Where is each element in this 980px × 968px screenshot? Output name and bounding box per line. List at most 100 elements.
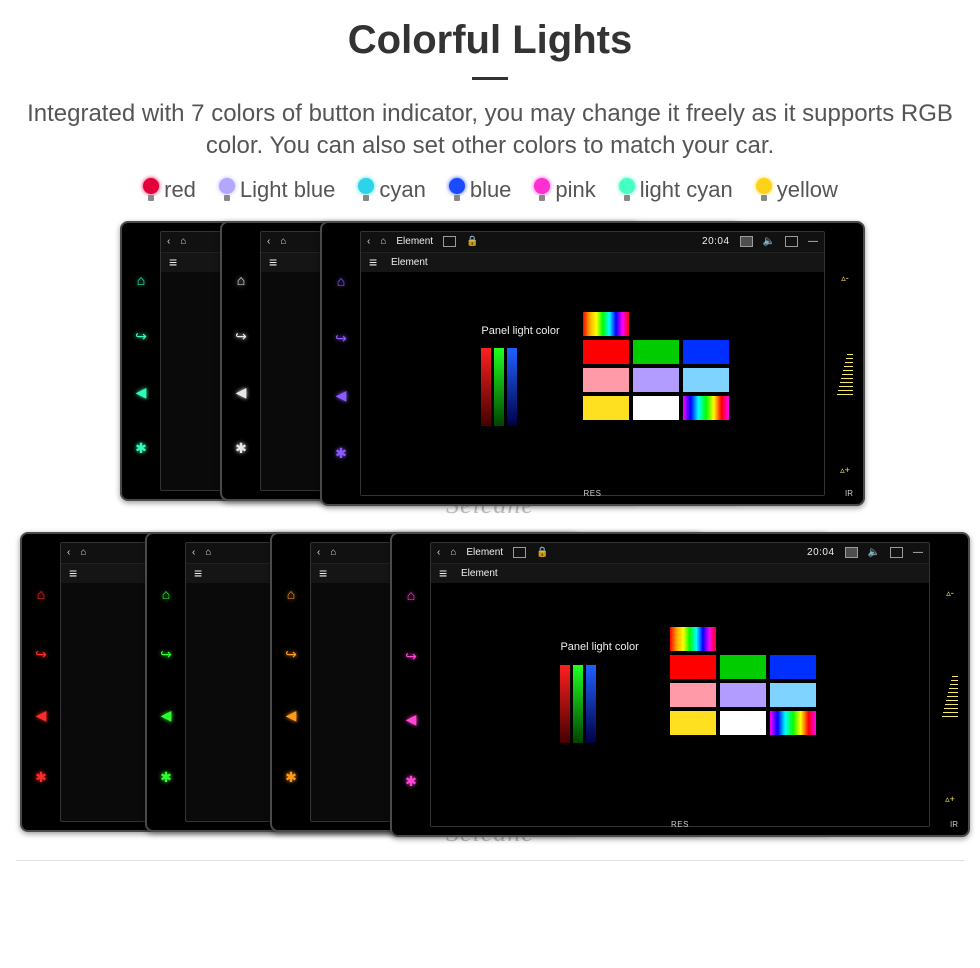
side-button-icon[interactable]: ✱ <box>405 773 417 790</box>
vol-down-label[interactable]: ▵- <box>946 588 954 599</box>
status-icon[interactable] <box>740 236 753 247</box>
color-swatch[interactable] <box>770 683 816 707</box>
color-swatch[interactable] <box>720 655 766 679</box>
home-icon[interactable]: ⌂ <box>80 547 86 558</box>
volume-ticks <box>942 676 958 717</box>
side-button-icon[interactable]: ↪ <box>160 646 172 663</box>
color-swatch[interactable] <box>683 340 729 364</box>
side-button-icon[interactable]: ✱ <box>235 440 247 457</box>
side-button-icon[interactable]: ⌂ <box>287 586 295 602</box>
swatch-hue[interactable] <box>683 396 729 420</box>
legend-item: pink <box>533 177 595 203</box>
color-swatch[interactable] <box>670 683 716 707</box>
side-button-icon[interactable]: ↪ <box>335 330 347 347</box>
swatch-rainbow[interactable] <box>583 312 629 336</box>
menu-icon[interactable] <box>319 565 331 581</box>
color-swatch[interactable] <box>720 683 766 707</box>
legend-label: Light blue <box>240 177 335 203</box>
legend-item: Light blue <box>218 177 335 203</box>
side-button-icon[interactable]: ⌂ <box>407 587 415 603</box>
device-screen[interactable]: ‹⌂Element🔒20:04🔈—ElementPanel light colo… <box>360 231 825 496</box>
device-screen[interactable]: ‹⌂Element🔒20:04🔈—ElementPanel light colo… <box>430 542 930 827</box>
menu-icon[interactable] <box>439 565 451 581</box>
side-button-icon[interactable]: ⌂ <box>337 273 345 289</box>
minimize-icon[interactable]: — <box>913 547 923 558</box>
menu-icon[interactable] <box>369 254 381 270</box>
panel-body: Panel light color <box>361 272 824 495</box>
side-button-icon[interactable]: ◀ <box>36 707 47 724</box>
legend-label: cyan <box>379 177 425 203</box>
bulb-icon <box>218 178 236 202</box>
vol-down-label[interactable]: ▵- <box>841 273 849 284</box>
color-swatch[interactable] <box>683 368 729 392</box>
swatch-rainbow[interactable] <box>670 627 716 651</box>
menu-icon[interactable] <box>169 254 181 270</box>
side-button-icon[interactable]: ⌂ <box>237 272 245 288</box>
color-swatch[interactable] <box>670 711 716 735</box>
color-swatch[interactable] <box>633 340 679 364</box>
side-button-icon[interactable]: ✱ <box>35 769 47 786</box>
menu-icon[interactable] <box>269 254 281 270</box>
color-swatch[interactable] <box>720 711 766 735</box>
volume-icon[interactable]: 🔈 <box>763 236 775 247</box>
home-icon[interactable]: ⌂ <box>380 236 386 247</box>
side-button-icon[interactable]: ◀ <box>161 707 172 724</box>
back-icon[interactable]: ‹ <box>437 547 440 558</box>
color-swatch[interactable] <box>770 655 816 679</box>
back-icon[interactable]: ‹ <box>267 236 270 247</box>
side-button-icon[interactable]: ◀ <box>336 387 347 404</box>
vol-up-label[interactable]: ▵+ <box>945 794 955 805</box>
side-button-icon[interactable]: ◀ <box>136 384 147 401</box>
volume-icon[interactable]: 🔈 <box>868 547 880 558</box>
panel-body: Panel light color <box>431 583 929 826</box>
status-icon[interactable] <box>785 236 798 247</box>
vol-up-label[interactable]: ▵+ <box>840 465 850 476</box>
back-icon[interactable]: ‹ <box>192 547 195 558</box>
back-icon[interactable]: ‹ <box>167 236 170 247</box>
side-button-icon[interactable]: ◀ <box>286 707 297 724</box>
swatch-hue[interactable] <box>770 711 816 735</box>
bulb-icon <box>618 178 636 202</box>
side-button-icon[interactable]: ◀ <box>236 384 247 401</box>
rgb-sliders[interactable] <box>481 348 517 426</box>
side-buttons: ⌂ ↪ ◀ ✱ <box>392 564 430 813</box>
menu-icon[interactable] <box>69 565 81 581</box>
rgb-sliders[interactable] <box>560 665 596 743</box>
status-icon[interactable] <box>890 547 903 558</box>
side-button-icon[interactable]: ✱ <box>285 769 297 786</box>
status-icon[interactable] <box>845 547 858 558</box>
side-button-icon[interactable]: ↪ <box>285 646 297 663</box>
side-button-icon[interactable]: ⌂ <box>162 586 170 602</box>
color-swatch[interactable] <box>583 396 629 420</box>
home-icon[interactable]: ⌂ <box>180 236 186 247</box>
side-button-icon[interactable]: ↪ <box>235 328 247 345</box>
home-icon[interactable]: ⌂ <box>330 547 336 558</box>
side-button-icon[interactable]: ✱ <box>160 769 172 786</box>
side-button-icon[interactable]: ⌂ <box>137 272 145 288</box>
home-icon[interactable]: ⌂ <box>280 236 286 247</box>
volume-column[interactable]: ▵- ▵+ <box>936 588 964 805</box>
minimize-icon[interactable]: — <box>808 236 818 247</box>
legend-label: blue <box>470 177 512 203</box>
home-icon[interactable]: ⌂ <box>450 547 456 558</box>
side-button-icon[interactable]: ◀ <box>406 711 417 728</box>
side-button-icon[interactable]: ✱ <box>335 445 347 462</box>
color-swatch[interactable] <box>633 396 679 420</box>
color-swatch[interactable] <box>670 655 716 679</box>
res-label: RES <box>584 489 602 498</box>
side-button-icon[interactable]: ✱ <box>135 440 147 457</box>
side-button-icon[interactable]: ↪ <box>35 646 47 663</box>
side-button-icon[interactable]: ⌂ <box>37 586 45 602</box>
color-swatch[interactable] <box>633 368 679 392</box>
color-swatch[interactable] <box>583 368 629 392</box>
back-icon[interactable]: ‹ <box>67 547 70 558</box>
back-icon[interactable]: ‹ <box>317 547 320 558</box>
side-button-icon[interactable]: ↪ <box>135 328 147 345</box>
side-button-icon[interactable]: ↪ <box>405 648 417 665</box>
back-icon[interactable]: ‹ <box>367 236 370 247</box>
volume-column[interactable]: ▵- ▵+ <box>831 273 859 475</box>
bulb-icon <box>357 178 375 202</box>
menu-icon[interactable] <box>194 565 206 581</box>
home-icon[interactable]: ⌂ <box>205 547 211 558</box>
color-swatch[interactable] <box>583 340 629 364</box>
